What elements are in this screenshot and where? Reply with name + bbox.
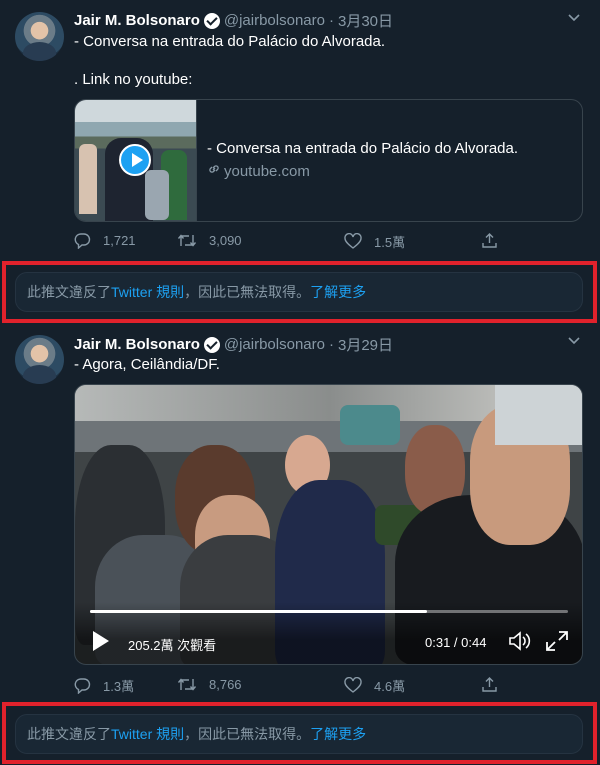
learn-more-link[interactable]: 了解更多	[310, 282, 366, 302]
card-domain-text: youtube.com	[224, 162, 310, 180]
reply-icon	[74, 678, 91, 694]
like-count: 1.5萬	[374, 235, 406, 250]
link-icon	[207, 162, 221, 180]
withheld-notice: 此推文違反了 Twitter 規則 ，因此已無法取得。 了解更多	[15, 714, 583, 754]
retweet-icon	[177, 234, 197, 247]
notice-prefix: 此推文違反了	[27, 726, 111, 742]
chevron-down-icon[interactable]	[568, 337, 580, 345]
like-button[interactable]: 1.5萬	[344, 232, 405, 251]
tweet-text-line-1: - Agora, Ceilândia/DF.	[74, 356, 220, 373]
share-icon	[482, 677, 497, 692]
reply-button[interactable]: 1,721	[74, 232, 136, 249]
link-card[interactable]: - Conversa na entrada do Palácio do Alvo…	[74, 99, 583, 222]
avatar[interactable]	[15, 12, 64, 61]
verified-badge-icon	[203, 336, 220, 353]
fullscreen-icon[interactable]	[545, 630, 569, 657]
video-time: 0:31 / 0:44	[425, 635, 487, 650]
chevron-down-icon[interactable]	[568, 14, 580, 22]
view-count: 205.2萬 次觀看	[128, 638, 217, 653]
verified-badge-icon	[203, 12, 220, 29]
tweet-header: Jair M. Bolsonaro @jairbolsonaro · 3月30日	[74, 10, 393, 31]
share-icon	[482, 233, 497, 248]
author-name[interactable]: Jair M. Bolsonaro	[74, 12, 200, 29]
share-button[interactable]	[481, 676, 510, 693]
learn-more-link[interactable]: 了解更多	[310, 724, 366, 744]
card-domain: youtube.com	[207, 162, 310, 180]
tweet-text-line-1: - Conversa na entrada do Palácio do Alvo…	[74, 33, 386, 50]
author-handle[interactable]: @jairbolsonaro	[224, 12, 325, 29]
reply-count: 1.3萬	[103, 679, 135, 694]
like-count: 4.6萬	[374, 679, 406, 694]
author-handle[interactable]: @jairbolsonaro	[224, 336, 325, 353]
heart-icon	[344, 233, 362, 249]
play-icon[interactable]	[91, 630, 111, 657]
avatar[interactable]	[15, 335, 64, 384]
reply-icon	[74, 233, 91, 249]
video-progress-fill	[90, 610, 427, 613]
separator: ·	[328, 12, 334, 29]
retweet-count: 8,766	[209, 677, 242, 692]
retweet-button[interactable]: 8,766	[177, 676, 242, 693]
tweet-date[interactable]: 3月30日	[338, 10, 393, 31]
tweet-actions: 1.3萬 8,766 4.6萬	[74, 676, 514, 696]
card-thumbnail	[75, 100, 197, 221]
tweet-header: Jair M. Bolsonaro @jairbolsonaro · 3月29日	[74, 334, 393, 355]
withheld-notice: 此推文違反了 Twitter 規則 ，因此已無法取得。 了解更多	[15, 272, 583, 312]
heart-icon	[344, 677, 362, 693]
share-button[interactable]	[481, 232, 510, 249]
volume-icon[interactable]	[508, 630, 534, 657]
tweet-actions: 1,721 3,090 1.5萬	[74, 232, 514, 252]
notice-suffix: ，因此已無法取得。	[184, 284, 311, 300]
tweet-1[interactable]: Jair M. Bolsonaro @jairbolsonaro · 3月30日…	[0, 0, 600, 262]
twitter-rules-link[interactable]: Twitter 規則	[111, 724, 184, 744]
twitter-rules-link[interactable]: Twitter 規則	[111, 282, 184, 302]
separator: ·	[328, 336, 334, 353]
play-icon	[119, 144, 151, 176]
retweet-count: 3,090	[209, 233, 242, 248]
video-player[interactable]: 205.2萬 次觀看 0:31 / 0:44	[74, 384, 583, 665]
tweet-text-line-2: . Link no youtube:	[74, 71, 193, 88]
card-title: - Conversa na entrada do Palácio do Alvo…	[207, 140, 519, 157]
video-progress-bar[interactable]	[90, 610, 568, 613]
like-button[interactable]: 4.6萬	[344, 676, 405, 695]
tweet-date[interactable]: 3月29日	[338, 334, 393, 355]
author-name[interactable]: Jair M. Bolsonaro	[74, 336, 200, 353]
reply-count: 1,721	[103, 233, 136, 248]
reply-button[interactable]: 1.3萬	[74, 676, 134, 695]
retweet-button[interactable]: 3,090	[177, 232, 242, 249]
notice-prefix: 此推文違反了	[27, 284, 111, 300]
retweet-icon	[177, 678, 197, 691]
notice-suffix: ，因此已無法取得。	[184, 726, 311, 742]
